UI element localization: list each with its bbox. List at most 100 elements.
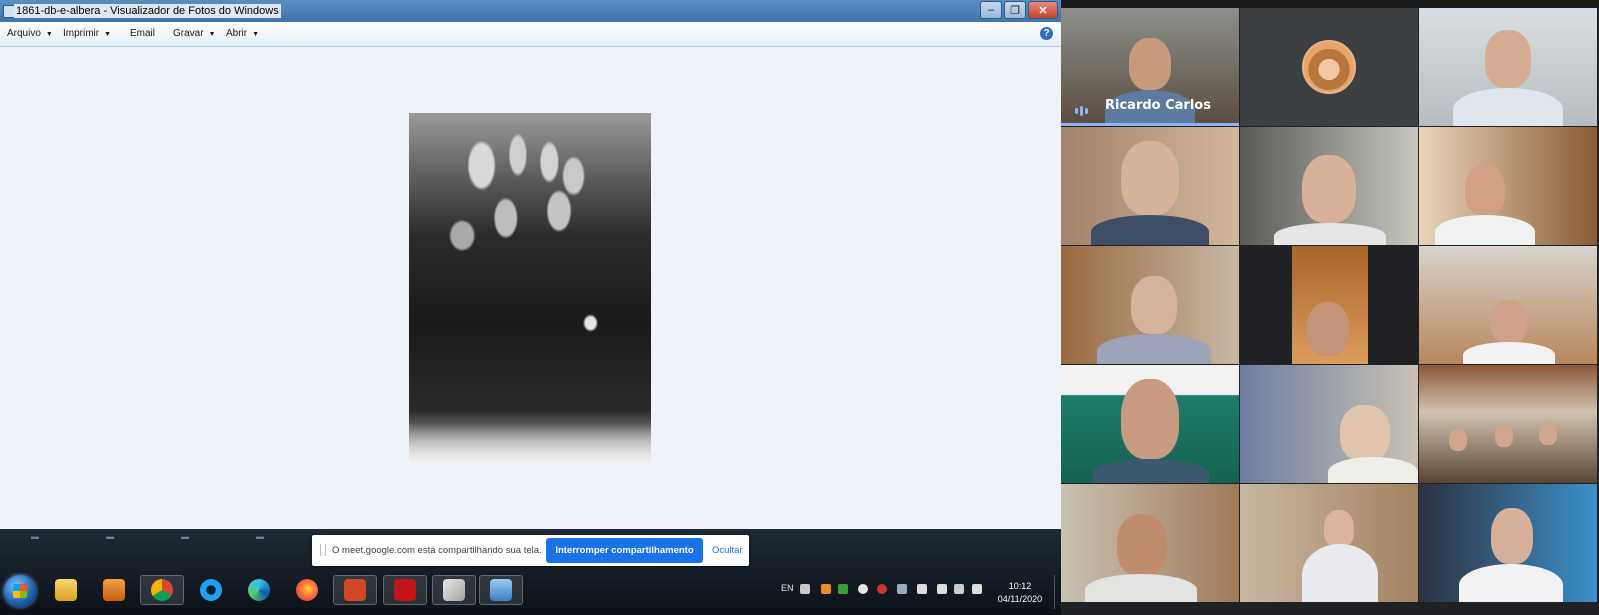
taskbar-firefox[interactable] <box>285 575 329 605</box>
stop-sharing-button[interactable]: Interromper compartilhamento <box>546 538 703 563</box>
taskbar-paint[interactable] <box>432 575 476 605</box>
menu-imprimir[interactable]: Imprimir ▼ <box>63 28 111 39</box>
title-bar[interactable]: 1861-db-e-albera - Visualizador de Fotos… <box>0 0 1061 22</box>
taskbar-edge[interactable] <box>237 575 281 605</box>
tray-app-icon[interactable] <box>838 584 848 594</box>
participant-video <box>1340 405 1390 461</box>
desktop-shortcut-ghost: ▬ <box>256 532 264 541</box>
participant-tile[interactable] <box>1240 246 1418 364</box>
help-icon[interactable]: ? <box>1040 27 1053 40</box>
participant-video <box>1324 510 1354 548</box>
tray-app-icon[interactable] <box>821 584 831 594</box>
language-indicator[interactable]: EN <box>781 583 794 593</box>
chevron-down-icon: ▼ <box>208 31 216 38</box>
show-desktop-button[interactable] <box>1054 575 1061 609</box>
participant-tile[interactable] <box>1061 484 1239 602</box>
participant-video <box>1435 215 1535 245</box>
menu-bar: Arquivo ▼ Imprimir ▼ Email Gravar ▼ Abrir ▼ … <box>0 22 1061 47</box>
participant-video <box>1485 30 1531 88</box>
network-icon[interactable] <box>917 584 927 594</box>
signal-icon[interactable] <box>954 584 964 594</box>
edge-icon <box>248 579 270 601</box>
taskbar-chrome[interactable] <box>140 575 184 605</box>
minimize-button[interactable]: – <box>980 1 1002 19</box>
screen-share-notification: O meet.google.com está compartilhando su… <box>312 535 749 566</box>
participant-tile[interactable] <box>1061 365 1239 483</box>
participant-video <box>1449 429 1467 451</box>
restore-button[interactable]: ❐ <box>1004 1 1026 19</box>
firefox-icon <box>296 579 318 601</box>
photo-viewer-icon <box>490 579 512 601</box>
start-button[interactable] <box>4 575 36 607</box>
close-button[interactable]: ✕ <box>1028 1 1058 19</box>
drag-handle-icon[interactable] <box>320 544 326 556</box>
chevron-down-icon: ▼ <box>252 31 260 38</box>
participant-video <box>1097 334 1211 364</box>
taskbar-clock[interactable]: 10:12 04/11/2020 <box>992 580 1048 606</box>
menu-email[interactable]: Email <box>130 28 155 39</box>
participant-video <box>1302 544 1378 602</box>
speaking-indicator-icon <box>1075 102 1093 116</box>
clock-time: 10:12 <box>1008 581 1032 591</box>
participant-video <box>1117 514 1167 576</box>
participant-video <box>1539 423 1557 445</box>
keyboard-icon[interactable] <box>800 584 810 594</box>
participant-tile[interactable] <box>1419 127 1597 245</box>
window-title: 1861-db-e-albera - Visualizador de Fotos… <box>14 4 281 18</box>
historical-photo <box>409 113 651 463</box>
participant-video <box>1307 302 1349 356</box>
participant-video <box>1131 276 1177 334</box>
flag-icon[interactable] <box>972 584 982 594</box>
tray-app-icon[interactable] <box>877 584 887 594</box>
taskbar-media-player[interactable] <box>92 575 136 605</box>
participant-video <box>1085 574 1197 602</box>
taskbar-powerpoint[interactable] <box>333 575 377 605</box>
chevron-down-icon: ▼ <box>45 31 53 38</box>
participant-video <box>1491 300 1527 344</box>
folder-icon <box>55 579 77 601</box>
chevron-down-icon: ▼ <box>104 31 112 38</box>
chrome-icon <box>151 579 173 601</box>
taskbar-folder[interactable] <box>44 575 88 605</box>
taskbar-acrobat[interactable] <box>383 575 427 605</box>
tray-app-icon[interactable] <box>897 584 907 594</box>
participant-video <box>1459 564 1563 602</box>
participant-tile-speaker[interactable]: Ricardo Carlos <box>1061 8 1239 126</box>
share-message: O meet.google.com está compartilhando su… <box>332 545 542 556</box>
participant-tile[interactable] <box>1240 8 1418 126</box>
paint-icon <box>443 579 465 601</box>
meet-participant-grid: Ricardo Carlos <box>1061 8 1599 615</box>
participant-tile[interactable] <box>1061 127 1239 245</box>
participant-tile[interactable] <box>1061 246 1239 364</box>
participant-tile[interactable] <box>1419 246 1597 364</box>
taskbar-internet-explorer[interactable] <box>189 575 233 605</box>
avatar <box>1302 40 1356 94</box>
participant-video <box>1121 379 1179 459</box>
participant-tile[interactable] <box>1419 484 1597 602</box>
hide-button[interactable]: Ocultar <box>712 545 743 556</box>
menu-abrir[interactable]: Abrir ▼ <box>226 28 259 39</box>
ie-icon <box>200 579 222 601</box>
participant-tile[interactable] <box>1240 484 1418 602</box>
media-player-icon <box>103 579 125 601</box>
participant-tile[interactable] <box>1419 365 1597 483</box>
participant-video <box>1093 459 1209 483</box>
volume-icon[interactable] <box>937 584 947 594</box>
photo-viewer-window: 1861-db-e-albera - Visualizador de Fotos… <box>0 0 1061 529</box>
participant-video <box>1465 165 1505 215</box>
participant-video <box>1495 425 1513 447</box>
taskbar-photo-viewer[interactable] <box>479 575 523 605</box>
menu-arquivo[interactable]: Arquivo ▼ <box>7 28 53 39</box>
participant-video <box>1091 215 1209 245</box>
menu-gravar[interactable]: Gravar ▼ <box>173 28 216 39</box>
photo-bottom-fade <box>409 423 651 463</box>
participant-tile[interactable] <box>1240 127 1418 245</box>
tray-app-icon[interactable] <box>858 584 868 594</box>
participant-video <box>1274 223 1386 245</box>
participant-tile[interactable] <box>1240 365 1418 483</box>
participant-video <box>1491 508 1533 564</box>
participant-video <box>1463 342 1555 364</box>
clock-date: 04/11/2020 <box>997 594 1043 604</box>
desktop-shortcut-ghost: ▬ <box>181 532 189 541</box>
participant-tile[interactable] <box>1419 8 1597 126</box>
